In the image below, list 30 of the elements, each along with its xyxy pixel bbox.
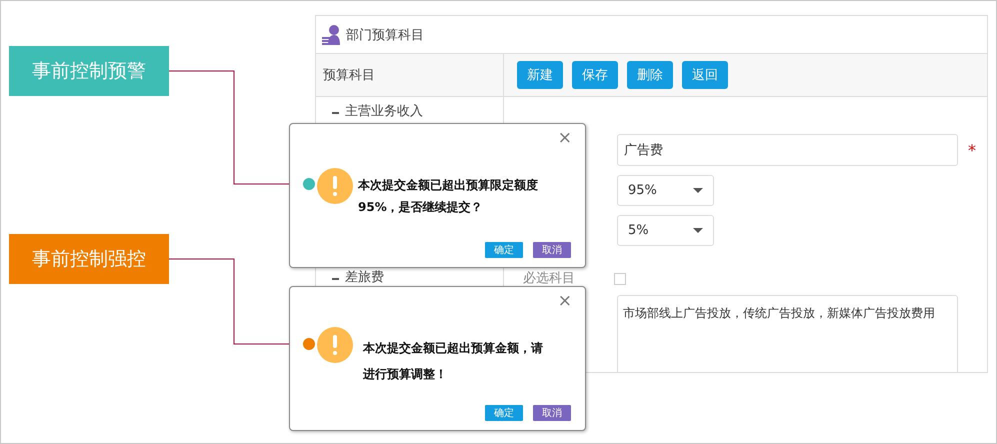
warning-icon (317, 168, 353, 204)
user-list-icon (322, 24, 342, 46)
tree-item[interactable]: 差旅费 (345, 271, 384, 285)
dropdown[interactable]: 95% (617, 175, 714, 206)
description-field[interactable]: 市场部线上广告投放，传统广告投放，新媒体广告投放费用 (617, 295, 958, 372)
dialog-message: 本次提交金额已超出预算金额，请进行预算调整！ (363, 340, 544, 383)
close-button[interactable]: × (558, 292, 572, 310)
panel-title: 部门预算科目 (346, 26, 424, 44)
toolbar-button[interactable]: 返回 (682, 61, 728, 89)
toolbar-button[interactable]: 保存 (572, 61, 618, 89)
tree-header: 预算科目 (323, 67, 375, 84)
cancel-button[interactable]: 取消 (533, 405, 571, 421)
name-field[interactable]: 广告费 (617, 134, 958, 166)
confirm-button[interactable]: 确定 (485, 242, 523, 258)
caret-icon (693, 228, 703, 233)
required-mark: * (968, 140, 976, 160)
dialog-message: 本次提交金额已超出预算限定额度95%，是否继续提交？ (358, 177, 539, 216)
cancel-button[interactable]: 取消 (533, 242, 571, 258)
field-label: 必选科目 (523, 272, 575, 286)
confirm-button[interactable]: 确定 (485, 405, 523, 421)
caret-icon (693, 188, 703, 193)
callout-label: 事前控制强控 (9, 234, 169, 284)
tree-item[interactable]: 主营业务收入 (345, 105, 423, 119)
checkbox[interactable] (614, 273, 626, 285)
callout-label: 事前控制预警 (9, 46, 169, 96)
toolbar-button[interactable]: 新建 (517, 61, 563, 89)
warning-icon (317, 327, 353, 363)
dropdown[interactable]: 5% (617, 215, 714, 246)
toolbar-button[interactable]: 删除 (627, 61, 673, 89)
close-button[interactable]: × (558, 129, 572, 147)
